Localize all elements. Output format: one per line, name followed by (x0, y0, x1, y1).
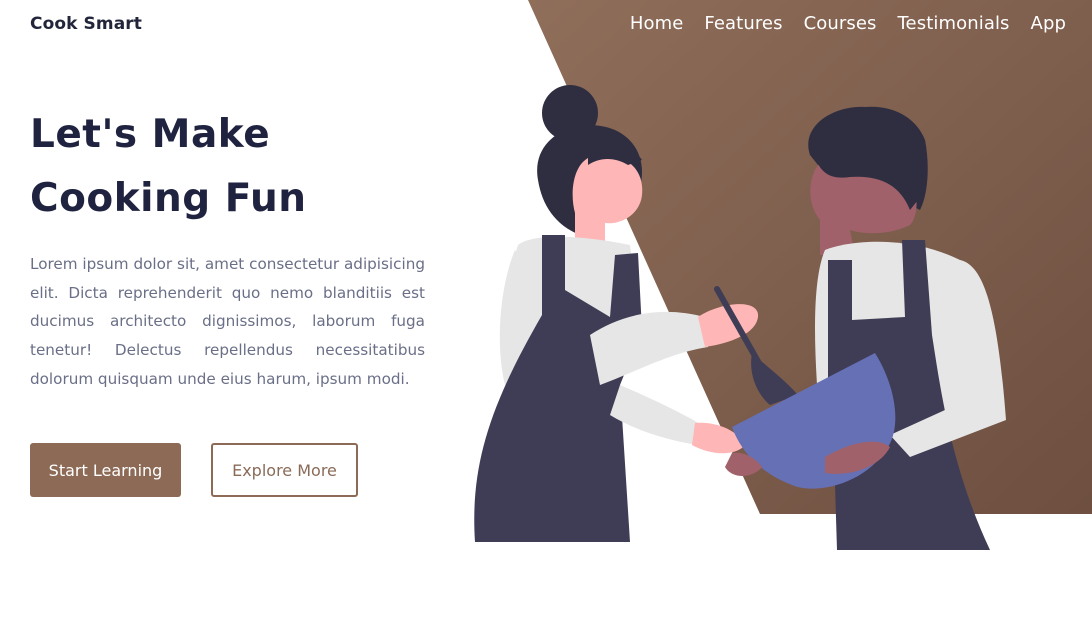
whisk-utensil (714, 286, 798, 405)
nav-link-features[interactable]: Features (704, 13, 782, 34)
explore-more-button[interactable]: Explore More (211, 443, 358, 497)
landing-page: Cook Smart Home Features Courses Testimo… (0, 0, 1092, 619)
hero-title: Let's Make Cooking Fun (30, 103, 410, 231)
hero-title-line-2: Cooking Fun (30, 176, 307, 221)
brand-logo[interactable]: Cook Smart (30, 14, 142, 34)
nav-link-app[interactable]: App (1031, 13, 1066, 34)
nav-link-home[interactable]: Home (630, 13, 684, 34)
nav-link-courses[interactable]: Courses (804, 13, 877, 34)
start-learning-button[interactable]: Start Learning (30, 443, 181, 497)
main-nav: Home Features Courses Testimonials App (630, 13, 1066, 34)
hero-title-line-1: Let's Make (30, 112, 271, 157)
nav-link-testimonials[interactable]: Testimonials (898, 13, 1010, 34)
hero-description: Lorem ipsum dolor sit, amet consectetur … (30, 255, 425, 388)
two-chefs-cooking-illustration (474, 85, 1006, 550)
woman-figure (474, 85, 759, 542)
